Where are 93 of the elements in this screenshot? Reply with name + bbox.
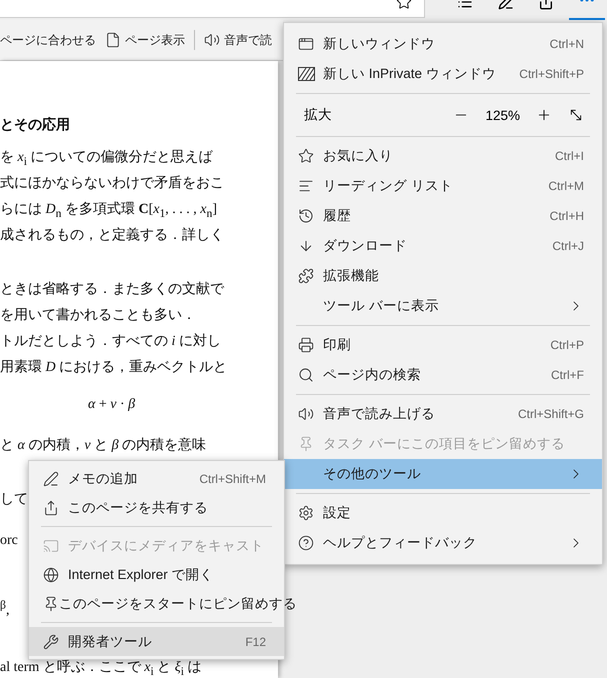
- document-text: を x$_{i}$ についての偏微分だと思えば: [0, 148, 212, 170]
- window-icon: [298, 36, 314, 52]
- menu-item-label: 新しいウィンドウ: [323, 35, 436, 53]
- download-icon: [298, 238, 314, 254]
- document-text: と α の内積，v と β の内積を意味: [0, 436, 206, 455]
- menu-item[interactable]: メモの追加 Ctrl+Shift+M: [29, 464, 284, 493]
- document-text: とその応用: [0, 116, 70, 135]
- toolbar-label[interactable]: 音声で読: [224, 32, 272, 48]
- menu-item[interactable]: 履歴 Ctrl+H: [284, 201, 602, 231]
- menu-item-label: 履歴: [323, 207, 352, 225]
- shortcut-label: Ctrl+J: [552, 239, 584, 253]
- menu-item[interactable]: ツール バーに表示: [284, 291, 602, 321]
- menu-item-label: 新しい InPrivate ウィンドウ: [323, 65, 497, 83]
- lines-icon: [298, 178, 314, 194]
- shortcut-label: Ctrl+N: [550, 37, 584, 51]
- zoom-value: 125%: [485, 108, 520, 122]
- puzzle-icon: [298, 268, 314, 284]
- document-text: して: [0, 491, 28, 509]
- menu-item-label: 音声で読み上げる: [323, 405, 436, 423]
- menu-item[interactable]: Internet Explorer で開く: [29, 560, 284, 589]
- menu-item[interactable]: 新しい InPrivate ウィンドウ Ctrl+Shift+P: [284, 59, 602, 89]
- shortcut-label: Ctrl+F: [551, 368, 584, 382]
- menu-item[interactable]: 印刷 Ctrl+P: [284, 330, 602, 360]
- menu-item[interactable]: このページを共有する: [29, 493, 284, 522]
- menu-item-label: デバイスにメディアをキャスト: [68, 536, 265, 554]
- menu-item[interactable]: 開発者ツール F12: [29, 627, 284, 656]
- menu-item-label: メモの追加: [68, 470, 139, 488]
- shortcut-label: Ctrl+P: [550, 338, 584, 352]
- shortcut-label: Ctrl+H: [550, 209, 584, 223]
- menu-item-label: Internet Explorer で開く: [68, 566, 215, 584]
- menu-item[interactable]: 拡張機能: [284, 261, 602, 291]
- menu-item[interactable]: 新しいウィンドウ Ctrl+N: [284, 29, 602, 59]
- speaker-icon: [204, 32, 220, 48]
- document-text: ときは省略する．また多くの文献で: [0, 280, 224, 299]
- document-text: al term と呼ぶ．ここで x$_{i}$ と ξ$_{i}$ は: [0, 660, 202, 676]
- toolbar-label[interactable]: ページ表示: [125, 32, 185, 48]
- menu-item-label: このページをスタートにピン留めする: [59, 594, 297, 612]
- shortcut-label: Ctrl+Shift+G: [518, 407, 584, 421]
- page-icon: [105, 32, 121, 48]
- shortcut-label: Ctrl+I: [554, 149, 584, 163]
- toolbar-label[interactable]: ページに合わせる: [0, 32, 96, 48]
- menu-item-label: ページ内の検索: [323, 366, 422, 384]
- search-icon: [298, 367, 314, 383]
- document-text: orc: [0, 532, 18, 550]
- menu-item[interactable]: リーディング リスト Ctrl+M: [284, 171, 602, 201]
- menu-item[interactable]: お気に入り Ctrl+I: [284, 141, 602, 171]
- document-text: 用素環 D における，重みベクトルと: [0, 358, 228, 377]
- menu-item[interactable]: 設定: [284, 498, 602, 528]
- shortcut-label: Ctrl+Shift+M: [199, 472, 266, 486]
- pin-icon: [43, 596, 59, 612]
- menu-item[interactable]: 音声で読み上げる Ctrl+Shift+G: [284, 399, 602, 429]
- menu-item-label: タスク バーにこの項目をピン留めする: [323, 435, 566, 453]
- document-text: 式にほかならないわけで矛盾をおこ: [0, 174, 224, 193]
- printer-icon: [298, 337, 314, 353]
- document-text: トルだとしよう．すべての i に対し: [0, 332, 221, 351]
- pin-icon: [298, 436, 314, 452]
- menu-item-label: お気に入り: [323, 147, 394, 165]
- menu-item-label: リーディング リスト: [323, 177, 454, 195]
- menu-item[interactable]: ヘルプとフィードバック: [284, 528, 602, 558]
- help-icon: [298, 535, 314, 551]
- hatched-window-icon: [298, 67, 315, 81]
- document-text: 成されるもの，と定義する．詳しく: [0, 226, 224, 245]
- document-text: らには D$_{n}$ を多項式環 C[x$_{1}$, . . . , x$_{n}$]: [0, 200, 218, 222]
- history-icon: [298, 208, 314, 224]
- menu-item-label: ツール バーに表示: [323, 297, 440, 315]
- shortcut-label: Ctrl+M: [548, 179, 584, 193]
- star-icon: [298, 148, 314, 164]
- menu-item[interactable]: ダウンロード Ctrl+J: [284, 231, 602, 261]
- menu-item-label: その他のツール: [323, 465, 422, 483]
- menu-item-label: 設定: [323, 504, 352, 522]
- wrench-icon: [43, 634, 59, 650]
- menu-item-label: ダウンロード: [323, 237, 408, 255]
- shortcut-label: F12: [245, 634, 266, 648]
- document-text: $^{β}$,: [0, 598, 10, 620]
- pen-icon: [43, 470, 59, 486]
- fullscreen-icon[interactable]: [568, 107, 584, 123]
- share-icon: [43, 500, 59, 516]
- speaker-icon: [298, 406, 314, 422]
- zoom-label: 拡大: [304, 106, 333, 124]
- shortcut-label: Ctrl+Shift+P: [519, 67, 584, 81]
- settings-icon: [298, 505, 314, 521]
- document-text: α + v · β: [87, 396, 136, 414]
- menu-item-label: 開発者ツール: [68, 632, 153, 650]
- menu-item-label: ヘルプとフィードバック: [323, 534, 478, 552]
- menu-item[interactable]: ページ内の検索 Ctrl+F: [284, 360, 602, 390]
- globe-icon: [43, 566, 59, 582]
- menu-item-label: 拡張機能: [323, 267, 380, 285]
- menu-item-label: このページを共有する: [68, 498, 209, 516]
- cast-icon: [43, 538, 59, 554]
- menu-item[interactable]: その他のツール: [284, 459, 602, 489]
- zoom-in-icon[interactable]: [536, 107, 552, 123]
- menu-item-label: 印刷: [323, 336, 352, 354]
- document-text: を用いて書かれることも多い．: [0, 306, 196, 325]
